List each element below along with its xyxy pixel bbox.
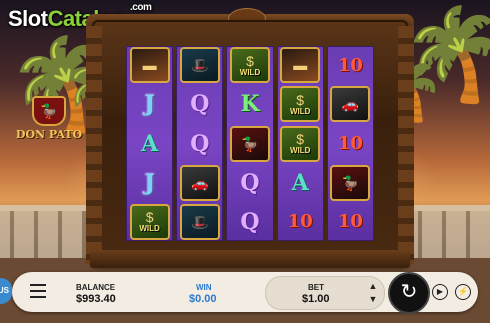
cigar-glyph-icon: ▬ — [142, 57, 157, 74]
reel-1: ▬ J A J $ WILD — [126, 46, 174, 241]
reel-cell: Q — [227, 165, 272, 201]
wild-label: WILD — [289, 106, 311, 116]
duck-symbol-icon: 🦆 — [230, 125, 270, 162]
spin-button[interactable]: ↻ — [388, 272, 430, 314]
wild-glyph-icon: $ — [145, 209, 154, 226]
game-stage: 🌴 🌴 🌴 🌴 SlotCatalog .com 🦆 DON PATO ▬JAJ… — [0, 0, 490, 323]
wild-glyph-icon: $ — [296, 91, 305, 108]
frame-pillar-right — [398, 26, 414, 264]
reel-cell: 🚗 — [177, 164, 222, 201]
reel-4: ▬ $ WILD $ WILD A 10 — [276, 46, 324, 241]
wild-symbol-icon: $ WILD — [280, 125, 321, 162]
symbol-q: Q — [240, 208, 260, 235]
reel-cell: J — [127, 86, 172, 122]
hat-symbol-icon: 🎩 — [179, 47, 220, 84]
car-symbol-icon: 🚗 — [179, 164, 220, 201]
bet-label: BET — [308, 283, 324, 292]
win-label: WIN — [196, 283, 212, 292]
symbol-10: 10 — [337, 211, 363, 233]
reel-cell: ▬ — [127, 47, 172, 84]
hat-glyph-icon: 🎩 — [191, 57, 209, 74]
reel-cell: 10 — [328, 204, 373, 240]
reel-cell: 10 — [278, 204, 323, 240]
reel-3: $ WILD K 🦆 Q Q — [226, 46, 274, 241]
symbol-q: Q — [190, 91, 210, 118]
symbol-q: Q — [240, 169, 260, 196]
wild-symbol-icon: $ WILD — [129, 203, 170, 240]
reel-cell: Q — [177, 125, 222, 161]
hat-glyph-icon: 🎩 — [191, 213, 209, 230]
reel-cell: A — [127, 125, 172, 161]
symbol-10: 10 — [337, 54, 363, 76]
cigar-glyph-icon: ▬ — [293, 57, 308, 74]
cigar-symbol-icon: ▬ — [129, 47, 170, 84]
symbol-a: A — [141, 130, 159, 157]
duck-glyph-icon: 🦆 — [341, 174, 360, 191]
bet-decrease-icon[interactable]: ▼ — [366, 293, 380, 305]
win-value: $0.00 — [189, 293, 217, 305]
car-glyph-icon: 🚗 — [341, 96, 360, 113]
symbol-j: J — [144, 91, 155, 118]
reel-cell: 🎩 — [177, 203, 222, 240]
wild-glyph-icon: $ — [296, 131, 305, 147]
symbol-q: Q — [190, 130, 210, 157]
reel-cell: J — [127, 165, 172, 201]
wild-glyph-icon: $ — [246, 52, 254, 69]
reel-cell: 🦆 — [227, 125, 272, 162]
cigar-symbol-icon: ▬ — [280, 47, 321, 84]
symbol-10: 10 — [287, 211, 313, 233]
car-symbol-icon: 🚗 — [330, 86, 371, 123]
reel-cell: 10 — [328, 125, 373, 161]
game-logo-text: DON PATO — [15, 128, 83, 141]
hat-symbol-icon: 🎩 — [179, 203, 220, 240]
frame-bottom — [90, 250, 410, 268]
reel-cell: K — [227, 86, 272, 122]
reel-cell: $ WILD — [227, 47, 272, 84]
reel-cell: ▬ — [278, 47, 323, 84]
reel-cell: Q — [227, 204, 272, 240]
reel-cell: $ WILD — [278, 86, 323, 123]
reel-cell: $ WILD — [278, 125, 323, 162]
reel-cell: 🦆 — [328, 164, 373, 201]
symbol-j: J — [144, 169, 155, 196]
reel-2: 🎩 Q Q 🚗 🎩 — [176, 46, 224, 241]
reel-cell: $ WILD — [127, 203, 172, 240]
balance-label: BALANCE — [76, 283, 116, 292]
reel-cell: 🚗 — [328, 86, 373, 123]
wild-symbol-icon: $ WILD — [230, 47, 270, 84]
turbo-icon[interactable]: ⚡ — [455, 284, 471, 300]
bet-value: $1.00 — [302, 293, 330, 305]
wild-symbol-icon: $ WILD — [280, 86, 321, 123]
reel-5: 10 🚗 10 🦆 10 — [326, 46, 375, 241]
duck-symbol-icon: 🦆 — [330, 164, 371, 201]
wild-label: WILD — [239, 67, 261, 77]
duck-mobster-icon: 🦆 — [32, 96, 66, 126]
game-logo: 🦆 DON PATO — [14, 96, 84, 144]
symbol-k: K — [240, 91, 260, 118]
reel-cell: A — [278, 165, 323, 201]
balance-value: $993.40 — [76, 293, 116, 305]
symbol-a: A — [291, 169, 309, 196]
car-glyph-icon: 🚗 — [191, 174, 209, 191]
reel-cell: 🎩 — [177, 47, 222, 84]
wild-label: WILD — [289, 146, 311, 155]
autoplay-icon[interactable]: ▶ — [432, 284, 448, 300]
duck-glyph-icon: 🦆 — [241, 135, 259, 152]
reel-cell: 10 — [328, 47, 373, 83]
bet-increase-icon[interactable]: ▲ — [366, 280, 380, 292]
frame-pillar-left — [86, 26, 102, 264]
menu-icon[interactable] — [30, 284, 46, 298]
wild-label: WILD — [139, 224, 160, 234]
reel-cell: Q — [177, 86, 222, 122]
symbol-10: 10 — [337, 133, 363, 154]
reel-grid: ▬ J A J $ WILD 🎩 Q Q 🚗 🎩 $ WILD K 🦆 Q Q ▬ $ WILD $ WILD A 10 10 🚗… — [126, 46, 375, 241]
